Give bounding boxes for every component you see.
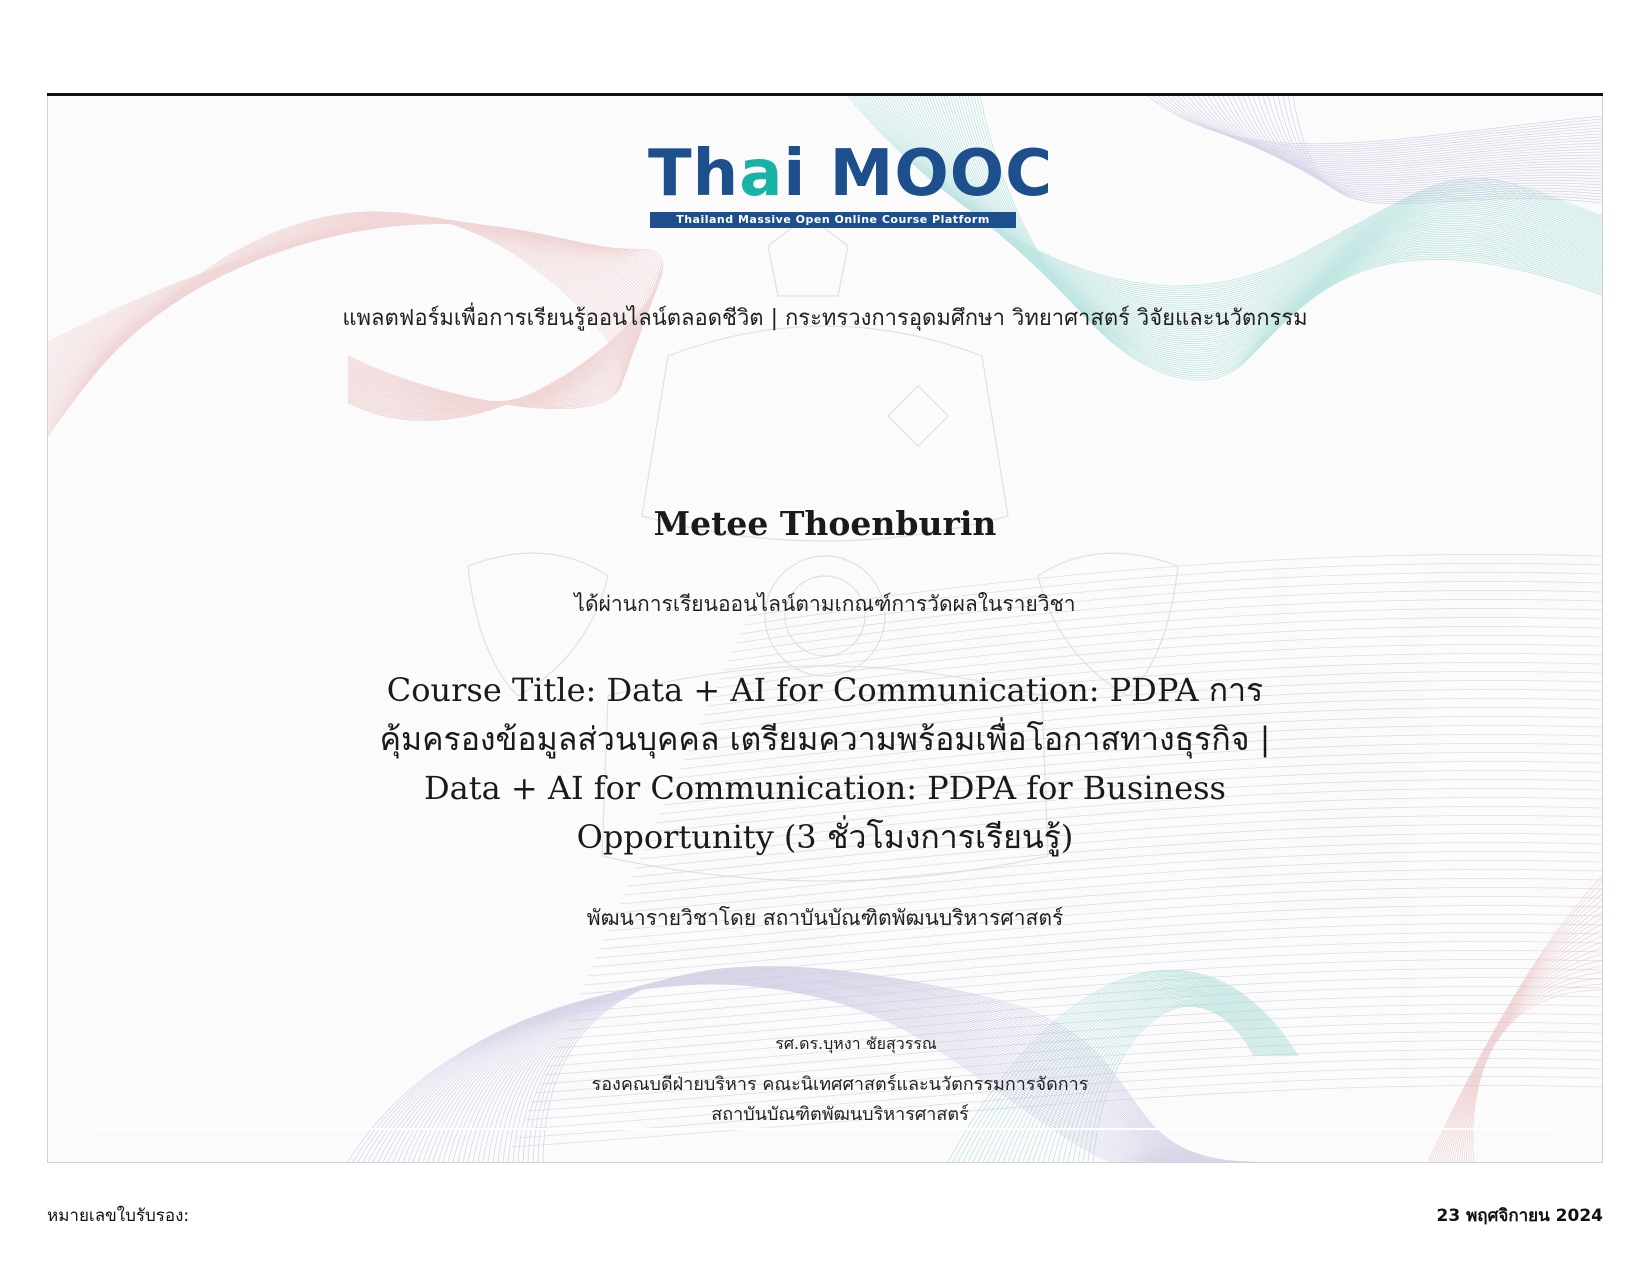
course-developer: พัฒนารายวิชาโดย สถาบันบัณฑิตพัฒนบริหารศา…	[586, 906, 1064, 930]
bottom-rule	[98, 1128, 1552, 1130]
logo-wordmark: Thai MOOC	[648, 137, 1054, 211]
issue-date: 23 พฤศจิกายน 2024	[1436, 1206, 1603, 1226]
platform-subtitle: แพลตฟอร์มเพื่อการเรียนรู้ออนไลน์ตลอดชีวิ…	[342, 306, 1308, 331]
course-title: Course Title: Data + AI for Communicatio…	[379, 671, 1271, 856]
recipient-name: Metee Thoenburin	[653, 504, 997, 543]
signer-name: รศ.ดร.บุหงา ชัยสุวรรณ	[775, 1034, 937, 1053]
certificate-content: Thai MOOC Thailand Massive Open Online C…	[48, 96, 1602, 1162]
certificate-frame: Thai MOOC Thailand Massive Open Online C…	[47, 96, 1603, 1163]
signer-title: รองคณบดีฝ่ายบริหาร คณะนิเทศศาสตร์และนวัต…	[48, 1070, 1602, 1130]
logo-tagline: Thailand Massive Open Online Course Plat…	[650, 212, 1016, 228]
signer-role-line-2: สถาบันบัณฑิตพัฒนบริหารศาสตร์	[711, 1104, 969, 1125]
certificate-number-label: หมายเลขใบรับรอง:	[47, 1206, 190, 1226]
signer-role-line-1: รองคณบดีฝ่ายบริหาร คณะนิเทศศาสตร์และนวัต…	[591, 1074, 1089, 1095]
thaimooc-logo: Thai MOOC Thailand Massive Open Online C…	[648, 134, 1052, 234]
completion-statement: ได้ผ่านการเรียนออนไลน์ตามเกณฑ์การวัดผลใน…	[574, 592, 1076, 616]
